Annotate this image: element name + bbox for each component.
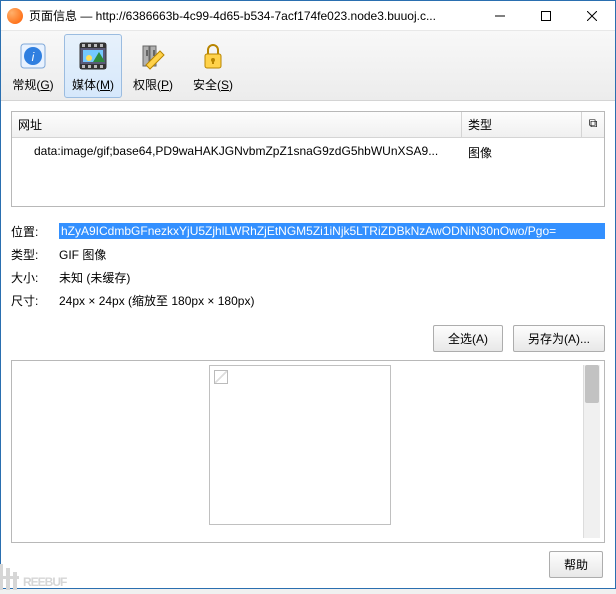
cell-address: data:image/gif;base64,PD9waHAKJGNvbmZpZ1… xyxy=(12,138,462,165)
tab-media[interactable]: 媒体(M) xyxy=(64,34,122,98)
preview-area xyxy=(11,360,605,543)
media-table[interactable]: 网址 类型 ⧉ data:image/gif;base64,PD9waHAKJG… xyxy=(11,111,605,207)
tab-permissions-label: 权限(P) xyxy=(133,76,173,93)
size-label: 大小: xyxy=(11,269,59,286)
tab-general[interactable]: i 常规(G) xyxy=(4,34,62,98)
preview-frame xyxy=(209,365,391,525)
location-value[interactable]: hZyA9ICdmbGFnezkxYjU5ZjhlLWRhZjEtNGM5Zi1… xyxy=(59,223,605,239)
size-value: 未知 (未缓存) xyxy=(59,269,605,286)
type-label: 类型: xyxy=(11,246,59,263)
detail-panel: 位置: hZyA9ICdmbGFnezkxYjU5ZjhlLWRhZjEtNGM… xyxy=(11,223,605,315)
close-button[interactable] xyxy=(569,1,615,30)
toolbar: i 常规(G) 媒体(M) 权限(P) 安全(S) xyxy=(1,31,615,101)
maximize-button[interactable] xyxy=(523,1,569,30)
scrollbar-thumb[interactable] xyxy=(585,365,599,403)
preview-scrollbar[interactable] xyxy=(583,365,600,538)
permissions-icon xyxy=(137,40,169,72)
titlebar[interactable]: 页面信息 — http://6386663b-4c99-4d65-b534-7a… xyxy=(1,1,615,31)
page-info-window: 页面信息 — http://6386663b-4c99-4d65-b534-7a… xyxy=(0,0,616,589)
tab-general-label: 常规(G) xyxy=(12,76,53,93)
firefox-icon xyxy=(7,8,23,24)
window-title: 页面信息 — http://6386663b-4c99-4d65-b534-7a… xyxy=(29,7,477,24)
tab-permissions[interactable]: 权限(P) xyxy=(124,34,182,98)
broken-image-icon xyxy=(214,370,228,384)
minimize-button[interactable] xyxy=(477,1,523,30)
select-all-button[interactable]: 全选(A) xyxy=(433,325,503,352)
tab-media-label: 媒体(M) xyxy=(72,76,114,93)
table-row[interactable]: data:image/gif;base64,PD9waHAKJGNvbmZpZ1… xyxy=(12,138,604,165)
info-icon: i xyxy=(17,40,49,72)
col-address[interactable]: 网址 xyxy=(12,112,462,137)
location-label: 位置: xyxy=(11,223,59,240)
content-area: 网址 类型 ⧉ data:image/gif;base64,PD9waHAKJG… xyxy=(1,101,615,588)
col-picker[interactable]: ⧉ xyxy=(582,112,604,137)
table-header: 网址 类型 ⧉ xyxy=(12,112,604,138)
tab-security-label: 安全(S) xyxy=(193,76,233,93)
col-type[interactable]: 类型 xyxy=(462,112,582,137)
help-button[interactable]: 帮助 xyxy=(549,551,603,578)
lock-icon xyxy=(197,40,229,72)
dimensions-value: 24px × 24px (缩放至 180px × 180px) xyxy=(59,292,605,309)
tab-security[interactable]: 安全(S) xyxy=(184,34,242,98)
cell-type: 图像 xyxy=(462,138,604,165)
dimensions-label: 尺寸: xyxy=(11,292,59,309)
media-icon xyxy=(77,40,109,72)
svg-text:i: i xyxy=(32,50,35,64)
type-value: GIF 图像 xyxy=(59,246,605,263)
save-as-button[interactable]: 另存为(A)... xyxy=(513,325,605,352)
